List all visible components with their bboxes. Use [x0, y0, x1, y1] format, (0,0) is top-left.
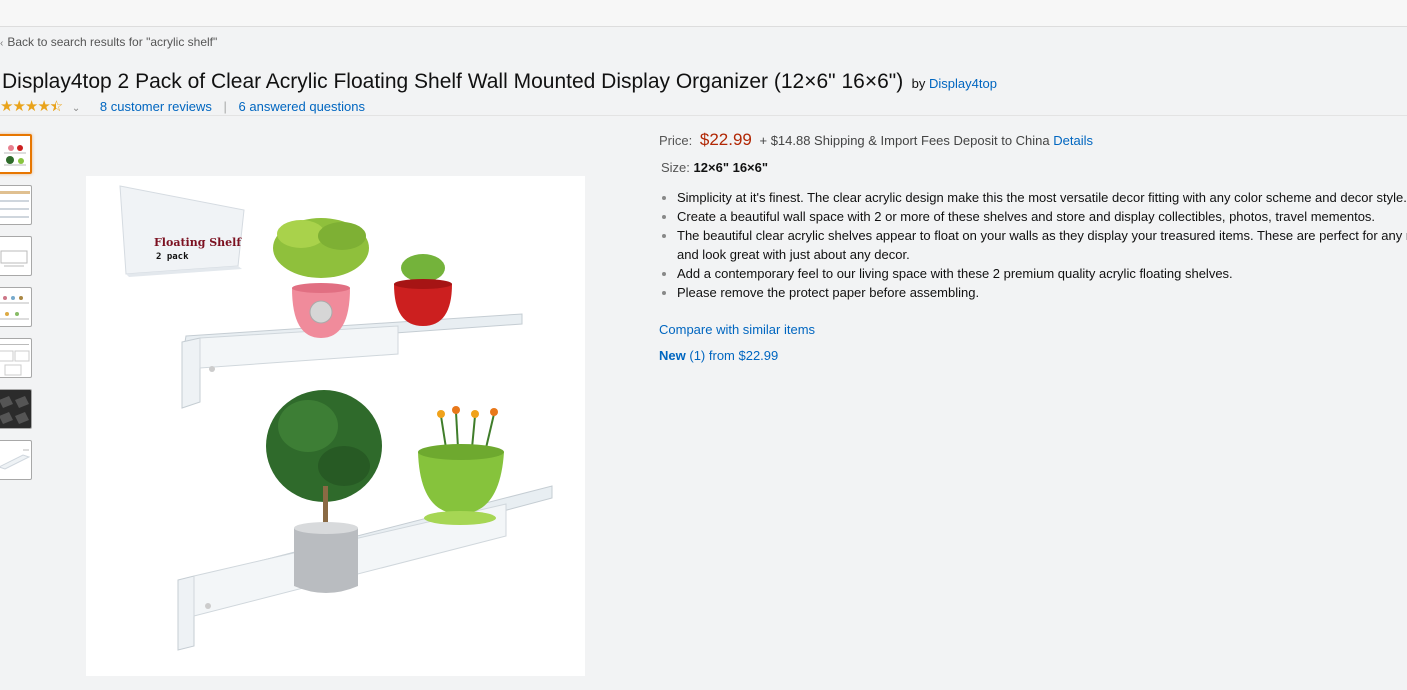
feature-bullet: The beautiful clear acrylic shelves appe… — [677, 226, 1407, 264]
feature-bullet: Simplicity at it's finest. The clear acr… — [677, 188, 1407, 207]
product-title-row: Display4top 2 Pack of Clear Acrylic Floa… — [2, 68, 997, 96]
thumb-2[interactable] — [0, 185, 32, 225]
shipping-text: + $14.88 Shipping & Import Fees Deposit … — [759, 133, 1050, 148]
thumb-5[interactable] — [0, 338, 32, 378]
feature-bullet: Create a beautiful wall space with 2 or … — [677, 207, 1407, 226]
compare-similar-link[interactable]: Compare with similar items — [659, 322, 815, 337]
by-label: by — [911, 76, 926, 91]
thumb-1[interactable] — [0, 134, 32, 174]
size-row: Size: 12×6" 16×6" — [661, 160, 1407, 175]
compare-row: Compare with similar items — [659, 322, 1407, 337]
chevron-down-icon[interactable]: ⌄ — [72, 103, 80, 114]
customer-reviews-link[interactable]: 8 customer reviews — [100, 99, 212, 114]
price-label: Price: — [659, 133, 693, 148]
offer-from-price[interactable]: from $22.99 — [709, 348, 778, 363]
main-product-image[interactable]: Floating Shelf 2 pack — [86, 176, 585, 676]
feature-bullet: Please remove the protect paper before a… — [677, 283, 1407, 302]
buybox: Price: $22.99 + $14.88 Shipping & Import… — [659, 130, 1407, 363]
badge-line2: 2 pack — [156, 252, 189, 262]
price-row: Price: $22.99 + $14.88 Shipping & Import… — [659, 130, 1407, 150]
top-bar — [0, 0, 1407, 27]
thumb-4[interactable] — [0, 287, 32, 327]
size-label: Size: — [661, 160, 690, 175]
offer-count[interactable]: (1) — [689, 348, 705, 363]
feature-bullet: Add a contemporary feel to our living sp… — [677, 264, 1407, 283]
thumb-6[interactable] — [0, 389, 32, 429]
divider — [0, 115, 1407, 116]
new-label[interactable]: New — [659, 348, 686, 363]
star-rating[interactable]: ★★★★☆★ — [0, 98, 63, 115]
product-title: Display4top 2 Pack of Clear Acrylic Floa… — [2, 70, 904, 93]
brand-link[interactable]: Display4top — [929, 76, 997, 91]
rating-row: ★★★★☆★ ⌄ 8 customer reviews | 6 answered… — [0, 97, 365, 115]
thumbnail-strip — [0, 134, 36, 491]
thumb-7[interactable] — [0, 440, 32, 480]
answered-questions-link[interactable]: 6 answered questions — [239, 99, 365, 114]
price-value: $22.99 — [699, 130, 752, 149]
feature-bullets: Simplicity at it's finest. The clear acr… — [659, 188, 1407, 302]
shipping-details-link[interactable]: Details — [1053, 133, 1093, 148]
badge-line1: Floating Shelf — [154, 236, 242, 249]
byline: by Display4top — [912, 76, 997, 91]
back-link-label: Back to search results for "acrylic shel… — [7, 35, 218, 49]
thumb-3[interactable] — [0, 236, 32, 276]
size-value: 12×6" 16×6" — [693, 160, 769, 175]
chevron-left-icon: ‹ — [0, 38, 4, 49]
new-offers-row[interactable]: New (1) from $22.99 — [659, 348, 1407, 363]
back-to-results-link[interactable]: ‹ Back to search results for "acrylic she… — [0, 35, 217, 49]
separator: | — [223, 99, 227, 114]
